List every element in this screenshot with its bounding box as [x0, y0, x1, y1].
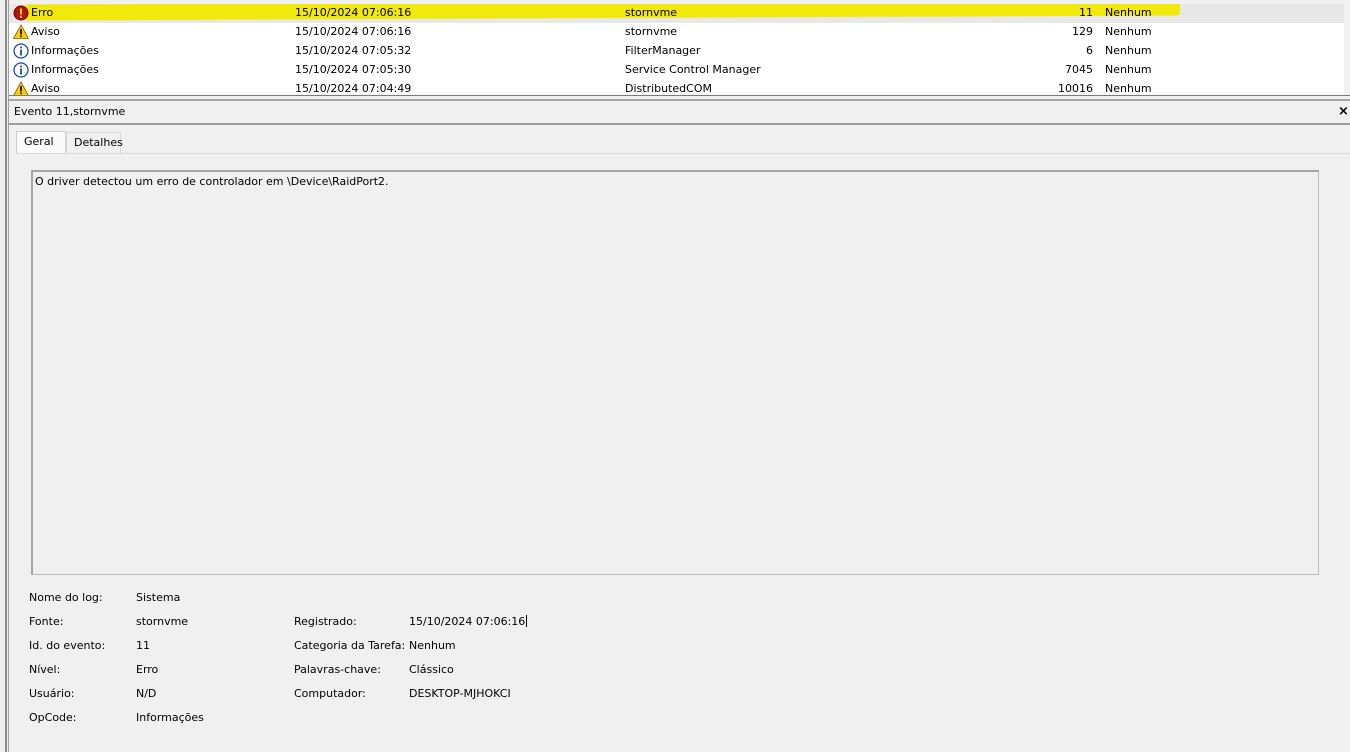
user-label: Usuário:	[29, 687, 75, 700]
event-date: 15/10/2024 07:05:30	[295, 63, 412, 76]
tab-panel-border	[16, 153, 1350, 154]
event-id: 11	[1079, 6, 1093, 19]
event-id: 10016	[1058, 82, 1093, 95]
event-category: Nenhum	[1105, 63, 1152, 76]
event-source: Service Control Manager	[625, 63, 761, 76]
task-category-label: Categoria da Tarefa:	[294, 639, 406, 652]
logged-label: Registrado:	[294, 615, 357, 628]
event-level: Erro	[31, 6, 54, 19]
event-level: Aviso	[31, 25, 60, 38]
task-category-value: Nenhum	[409, 639, 456, 652]
warning-icon	[13, 81, 29, 96]
info-icon	[13, 43, 29, 59]
event-level: Informações	[31, 44, 99, 57]
event-category: Nenhum	[1105, 25, 1152, 38]
info-icon	[13, 62, 29, 78]
event-category: Nenhum	[1105, 82, 1152, 95]
event-date: 15/10/2024 07:06:16	[295, 6, 412, 19]
pane-title: Evento 11,stornvme	[14, 105, 126, 118]
tab-geral[interactable]: Geral	[16, 131, 66, 154]
warning-icon	[13, 24, 29, 39]
event-level: Informações	[31, 63, 99, 76]
event-source: FilterManager	[625, 44, 701, 57]
highlight-marker	[25, 4, 1180, 21]
logged-value[interactable]: 15/10/2024 07:06:16	[409, 615, 528, 628]
event-date: 15/10/2024 07:05:32	[295, 44, 412, 57]
event-message: O driver detectou um erro de controlador…	[35, 175, 389, 188]
opcode-label: OpCode:	[29, 711, 77, 724]
list-splitter[interactable]	[9, 95, 1350, 98]
event-id: 6	[1086, 44, 1093, 57]
message-box[interactable]: O driver detectou um erro de controlador…	[31, 170, 1319, 575]
event-source: stornvme	[625, 6, 678, 19]
event-source: stornvme	[625, 25, 678, 38]
divider	[9, 123, 1350, 125]
event-date: 15/10/2024 07:04:49	[295, 82, 412, 95]
close-icon[interactable]: ×	[1338, 104, 1349, 119]
log-name-label: Nome do log:	[29, 591, 103, 604]
splitter-line	[9, 99, 1350, 101]
source-label: Fonte:	[29, 615, 64, 628]
left-panel-edge	[0, 0, 9, 752]
opcode-value: Informações	[136, 711, 204, 724]
keywords-label: Palavras-chave:	[294, 663, 381, 676]
computer-label: Computador:	[294, 687, 366, 700]
table-row[interactable]: Aviso 15/10/2024 07:06:16 stornvme 129 N…	[9, 23, 1344, 42]
event-id-label: Id. do evento:	[29, 639, 106, 652]
source-value: stornvme	[136, 615, 189, 628]
event-id: 7045	[1065, 63, 1093, 76]
level-value: Erro	[136, 663, 159, 676]
event-id: 129	[1072, 25, 1093, 38]
event-source: DistributedCOM	[625, 82, 712, 95]
event-level: Aviso	[31, 82, 60, 95]
event-date: 15/10/2024 07:06:16	[295, 25, 412, 38]
keywords-value: Clássico	[409, 663, 454, 676]
table-row[interactable]: Erro 15/10/2024 07:06:16 stornvme 11 Nen…	[9, 4, 1344, 23]
event-category: Nenhum	[1105, 44, 1152, 57]
event-id-value: 11	[136, 639, 150, 652]
tab-detalhes[interactable]: Detalhes	[66, 132, 123, 154]
event-list[interactable]: Erro 15/10/2024 07:06:16 stornvme 11 Nen…	[9, 4, 1344, 96]
user-value: N/D	[136, 687, 157, 700]
table-row[interactable]: Informações 15/10/2024 07:05:30 Service …	[9, 61, 1344, 80]
logged-text: 15/10/2024 07:06:16	[409, 615, 526, 628]
event-category: Nenhum	[1105, 6, 1152, 19]
text-caret	[526, 615, 528, 627]
computer-value: DESKTOP-MJHOKCI	[409, 687, 511, 700]
error-icon	[13, 5, 29, 21]
table-row[interactable]: Aviso 15/10/2024 07:04:49 DistributedCOM…	[9, 80, 1344, 96]
level-label: Nível:	[29, 663, 61, 676]
table-row[interactable]: Informações 15/10/2024 07:05:32 FilterMa…	[9, 42, 1344, 61]
log-name-value: Sistema	[136, 591, 181, 604]
